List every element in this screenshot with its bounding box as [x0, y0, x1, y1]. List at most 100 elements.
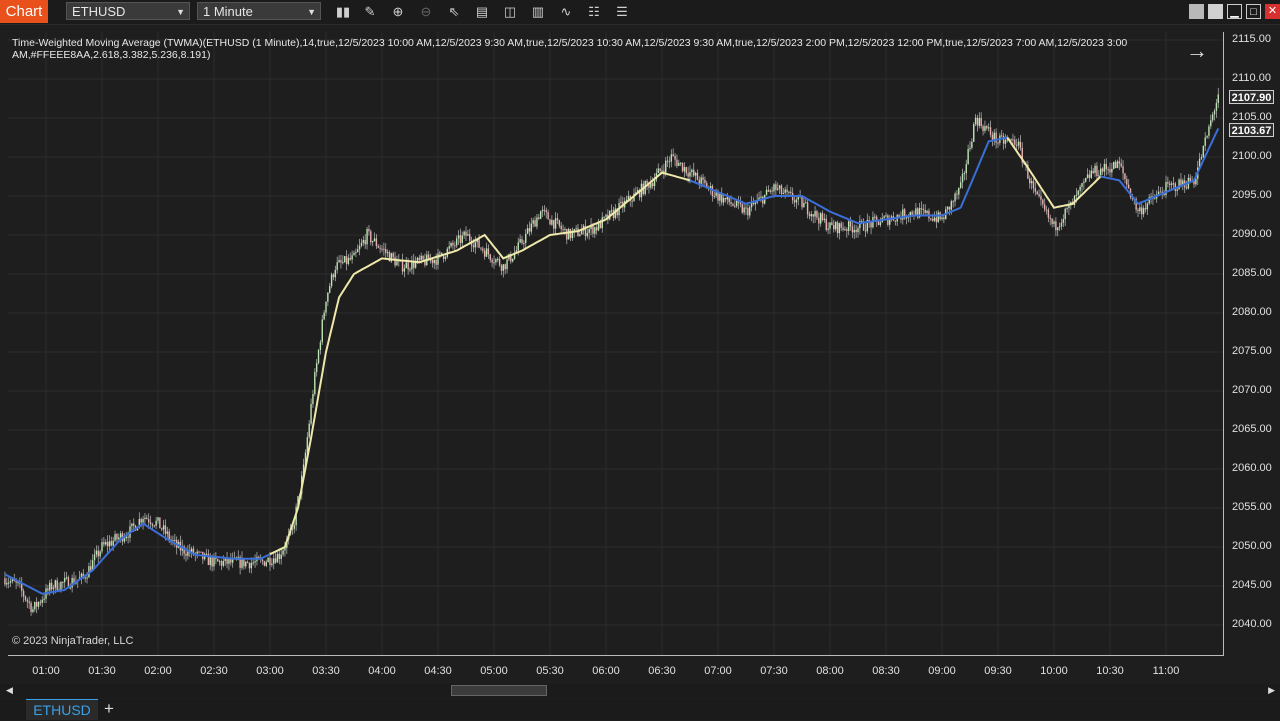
candle-body — [52, 587, 55, 590]
candle-body — [702, 177, 704, 180]
candle-body — [489, 254, 491, 260]
candle-body — [4, 578, 6, 585]
candle-body — [1204, 137, 1206, 146]
scroll-right-icon[interactable]: ▶ — [1268, 685, 1275, 696]
candle-body — [581, 230, 583, 235]
candle-body — [196, 551, 198, 554]
tab-ethusd[interactable]: ETHUSD — [26, 699, 98, 720]
candle-body — [278, 553, 281, 559]
candle-body — [805, 202, 807, 204]
candle-body — [349, 257, 351, 260]
candle-body — [946, 206, 949, 210]
price-chart[interactable] — [0, 0, 1280, 720]
candle-body — [487, 248, 490, 255]
candle-body — [50, 582, 53, 590]
time-tick-label: 01:00 — [32, 665, 60, 677]
candle-body — [743, 207, 745, 213]
twma-line — [4, 522, 271, 595]
candle-body — [185, 553, 187, 556]
candle-body — [556, 218, 559, 221]
candle-body — [280, 554, 282, 559]
candle-body — [1057, 227, 1059, 231]
scrollbar-thumb[interactable] — [451, 685, 547, 696]
candle-body — [943, 217, 945, 220]
candle-body — [1001, 135, 1003, 137]
candle-body — [997, 142, 999, 144]
candle-body — [889, 219, 891, 225]
candle-body — [153, 525, 155, 527]
candle-body — [34, 601, 36, 610]
candle-body — [435, 259, 437, 265]
candle-body — [987, 127, 990, 129]
candle-body — [217, 559, 219, 562]
price-tick-label: 2105.00 — [1232, 111, 1272, 123]
candle-body — [935, 217, 938, 222]
candle-body — [620, 201, 622, 204]
candle-body — [1083, 181, 1085, 184]
candle-body — [879, 222, 882, 225]
time-tick-label: 06:30 — [648, 665, 676, 677]
candle-body — [1090, 170, 1093, 178]
time-tick-label: 03:30 — [312, 665, 340, 677]
candle-body — [1085, 178, 1087, 182]
candle-body — [1109, 169, 1111, 173]
candle-body — [149, 522, 152, 525]
candle-body — [459, 235, 462, 243]
candle-body — [564, 229, 566, 231]
candle-body — [276, 553, 279, 563]
candle-body — [63, 577, 66, 583]
candle-body — [732, 203, 734, 206]
candle-body — [65, 577, 68, 579]
candle-body — [715, 192, 717, 196]
candle-body — [545, 210, 547, 213]
candle-body — [558, 220, 561, 226]
candle-body — [310, 404, 312, 424]
candle-body — [765, 189, 768, 195]
candle-body — [469, 234, 471, 241]
candle-body — [980, 118, 982, 127]
candle-body — [273, 558, 275, 564]
candle-body — [506, 259, 508, 270]
candle-body — [269, 557, 271, 565]
candle-body — [131, 523, 133, 527]
add-tab-button[interactable]: + — [104, 699, 114, 719]
candle-body — [605, 214, 607, 217]
candle-body — [840, 223, 842, 228]
candle-body — [422, 255, 424, 260]
time-tick-label: 06:00 — [592, 665, 620, 677]
candle-body — [1137, 209, 1139, 212]
candle-body — [245, 561, 247, 567]
candle-body — [498, 259, 501, 266]
candle-body — [838, 223, 841, 234]
candle-body — [155, 520, 157, 526]
candle-body — [1098, 175, 1100, 177]
candle-body — [371, 241, 374, 243]
candle-body — [261, 559, 264, 562]
horizontal-scrollbar[interactable]: ◀ ▶ — [0, 684, 1280, 698]
candle-body — [661, 170, 663, 172]
candle-body — [749, 207, 751, 216]
candle-body — [312, 394, 314, 405]
candle-body — [993, 132, 995, 140]
scroll-to-latest-icon[interactable]: → — [1186, 38, 1208, 64]
candle-body — [357, 249, 359, 253]
candle-body — [924, 209, 926, 213]
candle-body — [950, 201, 953, 210]
candle-body — [553, 219, 555, 229]
candle-body — [771, 190, 773, 192]
candle-body — [1099, 168, 1102, 176]
candle-body — [588, 229, 590, 233]
candle-body — [784, 189, 786, 193]
candle-body — [493, 262, 495, 264]
candle-body — [1062, 219, 1065, 223]
candle-body — [343, 256, 346, 263]
candle-body — [672, 154, 674, 157]
candle-body — [1213, 110, 1216, 115]
candle-body — [821, 213, 824, 221]
candle-body — [271, 563, 273, 565]
scroll-left-icon[interactable]: ◀ — [6, 685, 13, 696]
candle-body — [420, 255, 422, 260]
time-tick-label: 05:30 — [536, 665, 564, 677]
candle-body — [336, 262, 338, 270]
candle-body — [562, 229, 564, 231]
